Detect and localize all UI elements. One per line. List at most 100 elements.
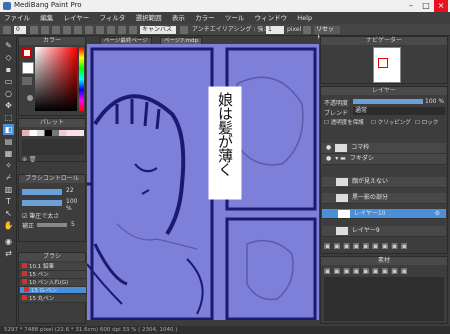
brush-size-field[interactable]: 0	[14, 26, 26, 34]
layer-opacity-label: 不透明度	[324, 100, 349, 107]
palette-swatches[interactable]	[22, 130, 84, 136]
magic-wand-icon[interactable]: ✧	[3, 160, 14, 171]
brush-name: 丸ペン	[37, 296, 55, 302]
layer-settings-gear-icon[interactable]: ⚙	[435, 209, 440, 219]
antialias-label: アンチエイリアシング : 強さ	[192, 26, 270, 33]
brush-name: ペン入れ(G)	[37, 280, 69, 286]
brush-item[interactable]: 15 ペン	[20, 271, 86, 279]
menu-bar: ファイル 編集 レイヤー フィルタ 選択範囲 表示 カラー ツール ウィンドウ …	[0, 12, 450, 24]
layer-row-selected[interactable]: レイヤー10 ⚙	[322, 209, 446, 219]
navigator-title: ナビゲーター	[321, 37, 447, 45]
smooth-slider[interactable]	[37, 223, 67, 227]
layer-row[interactable]: 黒一影の部分	[322, 193, 446, 204]
menu-edit[interactable]: 編集	[36, 12, 57, 24]
blend-select[interactable]: 通常	[353, 107, 445, 115]
dot-tool-icon[interactable]: ▪	[3, 64, 14, 75]
pressure-checkbox[interactable]: ☑ 筆圧で太さ	[22, 211, 59, 220]
zoom-icon[interactable]	[30, 26, 38, 34]
curve-icon[interactable]	[129, 26, 137, 34]
navigator-viewport[interactable]	[378, 58, 388, 68]
layer-name: フキダシ	[349, 155, 374, 162]
ruler-icon[interactable]	[85, 26, 93, 34]
menu-file[interactable]: ファイル	[0, 12, 34, 24]
perspective-icon[interactable]	[74, 26, 82, 34]
brush-item-selected[interactable]: 15 G-ペン	[20, 287, 86, 294]
text-tool-icon[interactable]: T	[3, 196, 14, 207]
brush-icon[interactable]	[3, 26, 11, 34]
brush-item[interactable]: 10 ペン入れ(G)	[20, 279, 86, 287]
spoit-icon[interactable]: ◉	[3, 236, 14, 247]
eyedropper-icon[interactable]: ⌿	[3, 172, 14, 183]
hand-tool-icon[interactable]: ✋	[3, 220, 14, 231]
option-icon[interactable]	[180, 26, 188, 34]
menu-color[interactable]: カラー	[191, 12, 219, 24]
link-icon[interactable]	[303, 26, 311, 34]
palette-panel-title: パレット	[19, 119, 85, 127]
rotate-icon[interactable]	[41, 26, 49, 34]
snap-icon[interactable]	[63, 26, 71, 34]
fill-tool-icon[interactable]: ▦	[3, 148, 14, 159]
grid-icon[interactable]	[52, 26, 60, 34]
background-color-swatch[interactable]	[22, 62, 34, 74]
status-bar: 5297 * 7488 pixel (22.6 * 31.6cm) 600 dp…	[0, 326, 450, 334]
menu-filter[interactable]: フィルタ	[96, 12, 130, 24]
brush-size-slider[interactable]	[22, 189, 62, 195]
move-tool-icon[interactable]: ✥	[3, 100, 14, 111]
hue-slider[interactable]	[79, 47, 84, 111]
menu-help[interactable]: Help	[293, 12, 316, 24]
layer-opacity-slider[interactable]	[353, 99, 423, 104]
close-button[interactable]: ×	[434, 0, 448, 12]
lock-checkbox[interactable]: ☐ ロック	[415, 118, 438, 126]
material-toolbar-icons[interactable]: ▣▣▣▣▣▣▣▣▣	[324, 267, 411, 275]
layer-toolbar-icons[interactable]: ▣▣▣▣▣▣▣▣▣	[324, 242, 411, 250]
brush-item[interactable]: 10.1 鉛筆	[20, 263, 86, 271]
color-wheel-icon[interactable]	[27, 95, 33, 101]
window-title: MediBang Paint Pro	[14, 1, 82, 9]
material-panel: 素材 ▣▣▣▣▣▣▣▣▣	[320, 256, 448, 324]
layer-row[interactable]: 顔が見えない	[322, 177, 446, 188]
palette-add-icon[interactable]: ⊕ 🗑	[22, 156, 37, 163]
palette-area	[22, 139, 84, 155]
minimize-button[interactable]: –	[404, 0, 418, 12]
clipping-checkbox[interactable]: ☐ クリッピング	[371, 118, 411, 126]
bucket-tool-icon[interactable]: ◧	[3, 124, 14, 135]
maximize-button[interactable]: □	[419, 0, 433, 12]
divide-tool-icon[interactable]: ▥	[3, 184, 14, 195]
foreground-color-swatch[interactable]	[22, 48, 32, 58]
layer-row[interactable]: レイヤー9	[322, 226, 446, 237]
reset-button[interactable]: リセット	[314, 26, 340, 41]
color-sv-picker[interactable]	[35, 47, 77, 111]
drawing-canvas[interactable]: 娘は髪が薄く	[87, 44, 319, 320]
color-swap-icon[interactable]: ⇄	[3, 248, 14, 259]
operation-tool-icon[interactable]: ↖	[3, 208, 14, 219]
brush-opacity-slider[interactable]	[22, 200, 62, 206]
antialias-field[interactable]: 1	[266, 26, 284, 34]
menu-layer[interactable]: レイヤー	[59, 12, 93, 24]
menu-window[interactable]: ウィンドウ	[251, 12, 292, 24]
eraser-tool-icon[interactable]: ◇	[3, 52, 14, 63]
layer-row[interactable]: ● ▾ ▬ フキダシ	[322, 154, 446, 165]
transform-tool-icon[interactable]: ⬚	[3, 112, 14, 123]
lock-label: ロック	[421, 120, 439, 126]
symmetry-icon[interactable]	[107, 26, 115, 34]
menu-select[interactable]: 選択範囲	[132, 12, 166, 24]
pen-tool-icon[interactable]: ✎	[3, 40, 14, 51]
mode-select[interactable]: キャンバス	[140, 26, 176, 34]
layer-row[interactable]: ● コマ枠	[322, 143, 446, 154]
gradient-tool-icon[interactable]: ▤	[3, 136, 14, 147]
transparent-swatch[interactable]	[22, 77, 32, 85]
brush-panel: ブラシ 10.1 鉛筆 15 ペン 10 ペン入れ(G) 15 G-ペン 15 …	[18, 252, 86, 324]
protect-alpha-checkbox[interactable]: ☐ 透明度を保護	[324, 118, 364, 126]
lasso-tool-icon[interactable]: ○	[3, 88, 14, 99]
layer-name: コマ枠	[351, 144, 370, 151]
navigator-preview[interactable]	[373, 47, 401, 83]
blend-label: ブレンド	[324, 110, 349, 117]
select-tool-icon[interactable]: ▭	[3, 76, 14, 87]
menu-view[interactable]: 表示	[168, 12, 189, 24]
menu-tool[interactable]: ツール	[221, 12, 249, 24]
brush-item[interactable]: 15 丸ペン	[20, 295, 86, 303]
snap-off-icon[interactable]	[96, 26, 104, 34]
material-list[interactable]	[324, 277, 444, 321]
radial-icon[interactable]	[118, 26, 126, 34]
brush-num: 15	[29, 296, 36, 302]
